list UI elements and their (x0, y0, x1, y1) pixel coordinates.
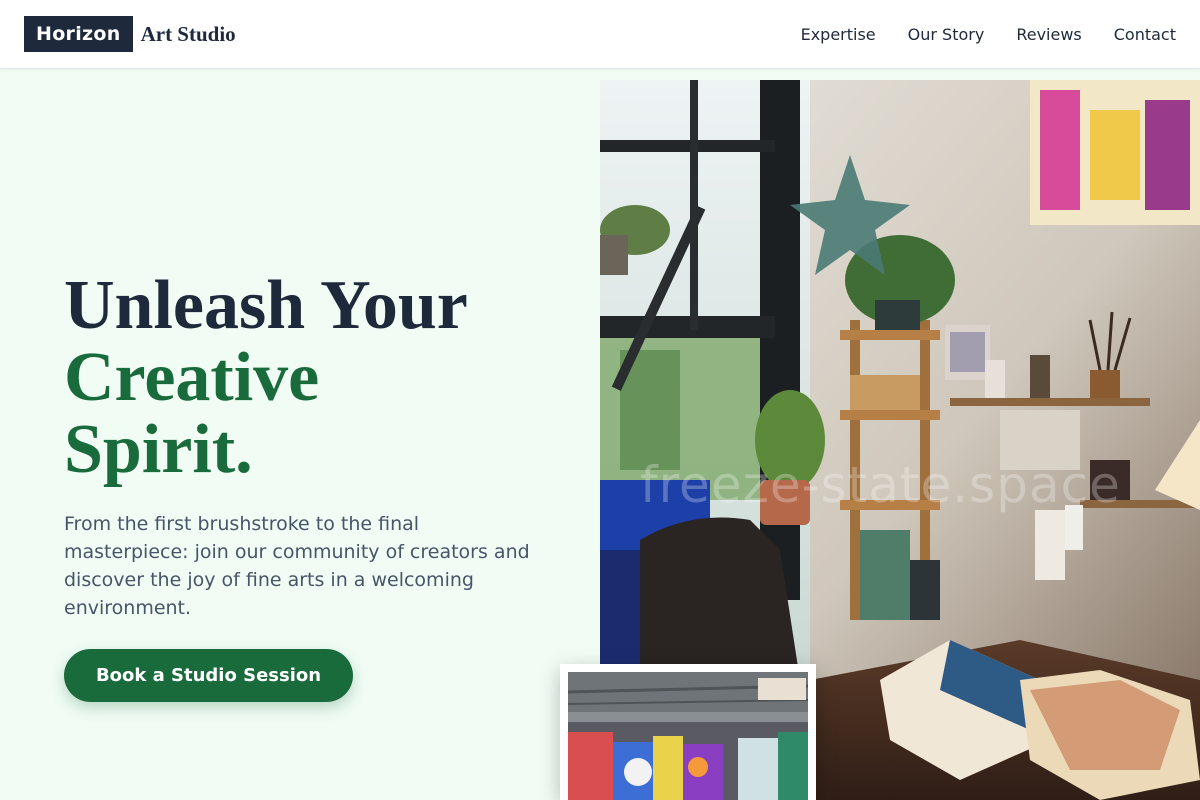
watermark-text: freeze-state.space (640, 456, 1121, 514)
site-header: Horizon Art Studio Expertise Our Story R… (0, 0, 1200, 69)
logo-wordmark[interactable]: Art Studio (141, 22, 236, 47)
logo[interactable]: Horizon Art Studio (24, 16, 236, 52)
book-session-button[interactable]: Book a Studio Session (64, 649, 353, 702)
headline-line-3: Spirit. (64, 411, 253, 488)
nav-link-our-story[interactable]: Our Story (908, 25, 985, 44)
inset-photo-card (560, 664, 816, 800)
headline-line-1: Unleash Your (64, 267, 468, 344)
main-nav: Expertise Our Story Reviews Contact (801, 0, 1176, 68)
headline-line-2: Creative (64, 339, 320, 416)
logo-mark[interactable]: Horizon (24, 16, 133, 52)
nav-link-reviews[interactable]: Reviews (1016, 25, 1081, 44)
hero-headline: Unleash Your Creative Spirit. (64, 270, 468, 486)
graffiti-studio-photo (568, 672, 808, 800)
hero-description: From the first brushstroke to the final … (64, 513, 530, 619)
nav-link-contact[interactable]: Contact (1114, 25, 1176, 44)
nav-link-expertise[interactable]: Expertise (801, 25, 876, 44)
